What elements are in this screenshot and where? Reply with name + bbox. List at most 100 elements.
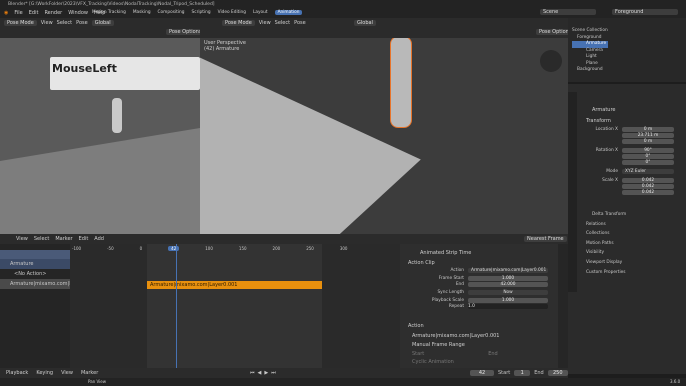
menu-file[interactable]: File [14, 10, 22, 16]
scale-y-field[interactable]: 0.042 [622, 184, 674, 189]
nla-menu-marker[interactable]: Marker [55, 236, 72, 242]
snap-dropdown[interactable]: Nearest Frame [524, 236, 567, 242]
action-datablock[interactable]: Armature|mixamo.com|Layer0.001 [412, 333, 500, 339]
manual-frame-range-checkbox[interactable]: Manual Frame Range [412, 342, 465, 348]
rotation-label: Rotation X [595, 148, 618, 153]
start-frame-field[interactable]: 1 [514, 370, 531, 376]
rotation-y-field[interactable]: 0° [622, 154, 674, 159]
tab-animation[interactable]: Animation [274, 10, 303, 15]
scale-z-field[interactable]: 0.042 [622, 190, 674, 195]
cyclic-animation-checkbox[interactable]: Cyclic Animation [412, 359, 454, 365]
top-menu: ◉ File Edit Render Window Help [4, 10, 105, 16]
visibility-section[interactable]: Visibility [586, 248, 626, 258]
scale-x-field[interactable]: 0.042 [622, 178, 674, 183]
left-menu-select[interactable]: Select [57, 20, 72, 26]
tab-video-editing[interactable]: Video Editing [218, 10, 246, 15]
jump-start-icon[interactable]: ⏮ [250, 370, 255, 376]
transform-fields: Location X 0 m 23.711 m 0 m Rotation X 90°… [580, 127, 674, 195]
location-x-field[interactable]: 0 m [622, 127, 674, 132]
custom-properties-section[interactable]: Custom Properties [586, 268, 626, 278]
nla-menu-select[interactable]: Select [34, 236, 49, 242]
animated-strip-time[interactable]: Animated Strip Time [420, 250, 471, 256]
left-figure [112, 98, 122, 133]
timeline-menu-keying[interactable]: Keying [36, 370, 53, 376]
main-menu-select[interactable]: Select [275, 20, 290, 26]
left-menu-view[interactable]: View [41, 20, 53, 26]
nla-menu-view[interactable]: View [16, 236, 28, 242]
main-mode-dropdown[interactable]: Pose Mode [222, 20, 255, 26]
tab-motion-tracking[interactable]: Motion Tracking [92, 10, 126, 15]
outliner-item-scene-collection[interactable]: Scene Collection [572, 28, 608, 35]
play-icon[interactable]: ▶ [264, 370, 268, 376]
mouse-overlay-text: MouseLeft [52, 62, 117, 75]
location-y-field[interactable]: 23.711 m [622, 133, 674, 138]
transform-section[interactable]: Transform [586, 118, 611, 124]
nla-track-strip-row[interactable]: Armature|mixamo.com|Layer0.001 [0, 279, 98, 289]
current-frame-indicator[interactable]: 42 [168, 246, 180, 251]
timeline-menu-view[interactable]: View [61, 370, 73, 376]
main-viewport[interactable] [200, 38, 568, 234]
current-frame-field[interactable]: 42 [470, 370, 494, 376]
action-section[interactable]: Action [408, 323, 424, 329]
tab-compositing[interactable]: Compositing [158, 10, 185, 15]
nla-track-armature[interactable]: Armature [0, 259, 70, 269]
now-button[interactable]: Now [468, 290, 548, 295]
frame-end-field[interactable]: 42.000 [468, 282, 548, 287]
timeline-menu-marker[interactable]: Marker [81, 370, 98, 376]
navigation-gizmo-icon[interactable] [540, 50, 562, 72]
action-clip-section[interactable]: Action Clip [408, 260, 435, 266]
menu-render[interactable]: Render [44, 10, 62, 16]
nla-track-no-action[interactable]: <No Action> [0, 269, 70, 279]
delta-transform-section[interactable]: Delta Transform [586, 210, 626, 220]
tick-label: -100 [72, 246, 82, 251]
window-title: Blender* [G:\WorkFolder\2023\VFX_Trackin… [8, 2, 215, 7]
main-menu-pose[interactable]: Pose [294, 20, 306, 26]
motion-paths-section[interactable]: Motion Paths [586, 239, 626, 249]
sync-length-label: Sync Length [437, 290, 464, 295]
main-menu-view[interactable]: View [259, 20, 271, 26]
end2-label: End [488, 351, 498, 357]
nla-strip-area[interactable]: Armature|mixamo.com|Layer0.001 [70, 244, 400, 368]
relations-section[interactable]: Relations [586, 220, 626, 230]
viewport-display-section[interactable]: Viewport Display [586, 258, 626, 268]
version-label: 3.6.0 [670, 379, 681, 384]
frame-start-field[interactable]: 1.000 [468, 276, 548, 281]
play-reverse-icon[interactable]: ◀ [258, 370, 262, 376]
rotation-z-field[interactable]: 0° [622, 160, 674, 165]
frame-start-label: Frame Start [438, 276, 464, 281]
main-transform-dropdown[interactable]: Global [354, 20, 376, 26]
scene-selector[interactable]: Scene [540, 9, 596, 15]
timeline-menu-playback[interactable]: Playback [6, 370, 28, 376]
end-frame-field[interactable]: 250 [547, 370, 568, 376]
location-z-field[interactable]: 0 m [622, 139, 674, 144]
left-transform-dropdown[interactable]: Global [91, 20, 114, 26]
action-clip-fields: Action Armature|mixamo.com|Layer0.001 Fra… [404, 268, 548, 309]
rotation-x-field[interactable]: 90° [622, 148, 674, 153]
playback-scale-field[interactable]: 1.000 [468, 298, 548, 303]
outliner-item-background[interactable]: Background [572, 67, 608, 74]
playback-controls: ⏮ ◀ ▶ ⏭ [250, 370, 276, 376]
left-pose-options[interactable]: Pose Options [166, 29, 205, 35]
nla-menu-add[interactable]: Add [94, 236, 104, 242]
nla-action-strip[interactable]: Armature|mixamo.com|Layer0.001 [147, 281, 322, 289]
nla-menu-edit[interactable]: Edit [79, 236, 89, 242]
tab-layout[interactable]: Layout [253, 10, 268, 15]
blender-logo-icon[interactable]: ◉ [4, 10, 8, 16]
tab-masking[interactable]: Masking [133, 10, 151, 15]
timeline-menus: Playback Keying View Marker [6, 370, 98, 376]
repeat-field[interactable]: 1.0 [468, 304, 548, 309]
left-menu-pose[interactable]: Pose [76, 20, 88, 26]
nla-menus: View Select Marker Edit Add [16, 236, 104, 242]
rotation-mode-dropdown[interactable]: XYZ Euler [622, 169, 674, 174]
left-mode-dropdown[interactable]: Pose Mode [4, 20, 37, 26]
nla-ruler: -100 -50 0 42 100 150 200 250 300 [72, 246, 347, 251]
action-field[interactable]: Armature|mixamo.com|Layer0.001 [468, 268, 548, 273]
collections-section[interactable]: Collections [586, 229, 626, 239]
tab-scripting[interactable]: Scripting [191, 10, 210, 15]
tick-label: 150 [238, 246, 247, 251]
jump-end-icon[interactable]: ⏭ [271, 370, 276, 376]
view-layer-selector[interactable]: Foreground [612, 9, 678, 15]
playhead[interactable] [176, 244, 177, 368]
menu-edit[interactable]: Edit [29, 10, 39, 16]
menu-window[interactable]: Window [68, 10, 88, 16]
